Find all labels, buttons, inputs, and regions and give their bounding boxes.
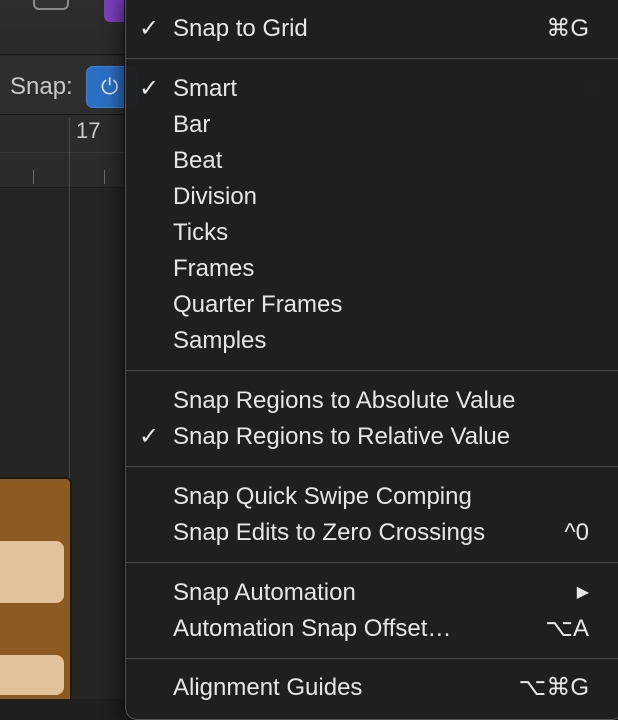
menu-item-label: Snap Regions to Absolute Value — [173, 387, 516, 414]
menu-item-shortcut: ^0 — [564, 519, 589, 546]
menu-separator — [126, 658, 618, 659]
ruler-bar-number: 17 — [76, 118, 101, 143]
menu-item-label: Samples — [173, 327, 267, 354]
menu-item-ticks[interactable]: Ticks — [126, 215, 618, 251]
menu-item-snap-quick-swipe[interactable]: Snap Quick Swipe Comping — [126, 479, 618, 515]
menu-item-snap-regions-relative[interactable]: ✓ Snap Regions to Relative Value — [126, 419, 618, 455]
menu-item-bar[interactable]: Bar — [126, 107, 618, 143]
menu-item-label: Bar — [173, 111, 211, 138]
menu-item-automation-snap-offset[interactable]: Automation Snap Offset… ⌥A — [126, 611, 618, 647]
ruler-tick — [104, 170, 105, 184]
menu-item-label: Beat — [173, 147, 223, 174]
menu-item-label: Snap to Grid — [173, 15, 308, 42]
menu-item-label: Frames — [173, 255, 255, 282]
menu-item-shortcut: ⌥A — [545, 615, 589, 642]
menu-separator — [126, 370, 618, 371]
menu-item-label: Automation Snap Offset… — [173, 615, 452, 642]
checkmark-icon: ✓ — [138, 423, 160, 450]
menu-separator — [126, 562, 618, 563]
menu-item-alignment-guides[interactable]: Alignment Guides ⌥⌘G — [126, 670, 618, 706]
menu-item-samples[interactable]: Samples — [126, 323, 618, 359]
audio-region[interactable] — [0, 477, 72, 699]
waveform — [0, 541, 64, 603]
menu-item-label: Smart — [173, 75, 238, 102]
menu-item-frames[interactable]: Frames — [126, 251, 618, 287]
menu-item-label: Snap Regions to Relative Value — [173, 423, 511, 450]
submenu-arrow-icon: ▶ — [576, 584, 589, 601]
menu-item-shortcut: ⌥⌘G — [518, 674, 589, 701]
menu-item-label: Snap Automation — [173, 579, 356, 606]
menu-item-label: Division — [173, 183, 258, 210]
menu-item-shortcut: ⌘G — [546, 15, 589, 42]
menu-item-label: Quarter Frames — [173, 291, 343, 318]
menu-item-quarter-frames[interactable]: Quarter Frames — [126, 287, 618, 323]
menu-separator — [126, 466, 618, 467]
menu-item-beat[interactable]: Beat — [126, 143, 618, 179]
menu-item-snap-automation[interactable]: Snap Automation ▶ — [126, 575, 618, 611]
menu-item-snap-zero-crossings[interactable]: Snap Edits to Zero Crossings ^0 — [126, 515, 618, 551]
menu-item-label: Snap Edits to Zero Crossings — [173, 519, 486, 546]
checkmark-icon: ✓ — [138, 15, 160, 42]
ruler-tick — [33, 170, 34, 184]
menu-item-label: Snap Quick Swipe Comping — [173, 483, 472, 510]
snap-label: Snap: — [10, 73, 73, 100]
menu-item-snap-regions-absolute[interactable]: Snap Regions to Absolute Value — [126, 383, 618, 419]
toolbar-button[interactable] — [33, 0, 69, 10]
menu-item-division[interactable]: Division — [126, 179, 618, 215]
waveform — [0, 655, 64, 695]
menu-separator — [126, 58, 618, 59]
snap-dropdown-menu: ✓ Snap to Grid ⌘G ✓ Smart Bar Beat Divis… — [125, 0, 618, 720]
menu-item-label: Ticks — [173, 219, 229, 246]
menu-item-label: Alignment Guides — [173, 674, 363, 701]
menu-item-snap-to-grid[interactable]: ✓ Snap to Grid ⌘G — [126, 11, 618, 47]
menu-item-smart[interactable]: ✓ Smart — [126, 71, 618, 107]
checkmark-icon: ✓ — [138, 75, 160, 102]
